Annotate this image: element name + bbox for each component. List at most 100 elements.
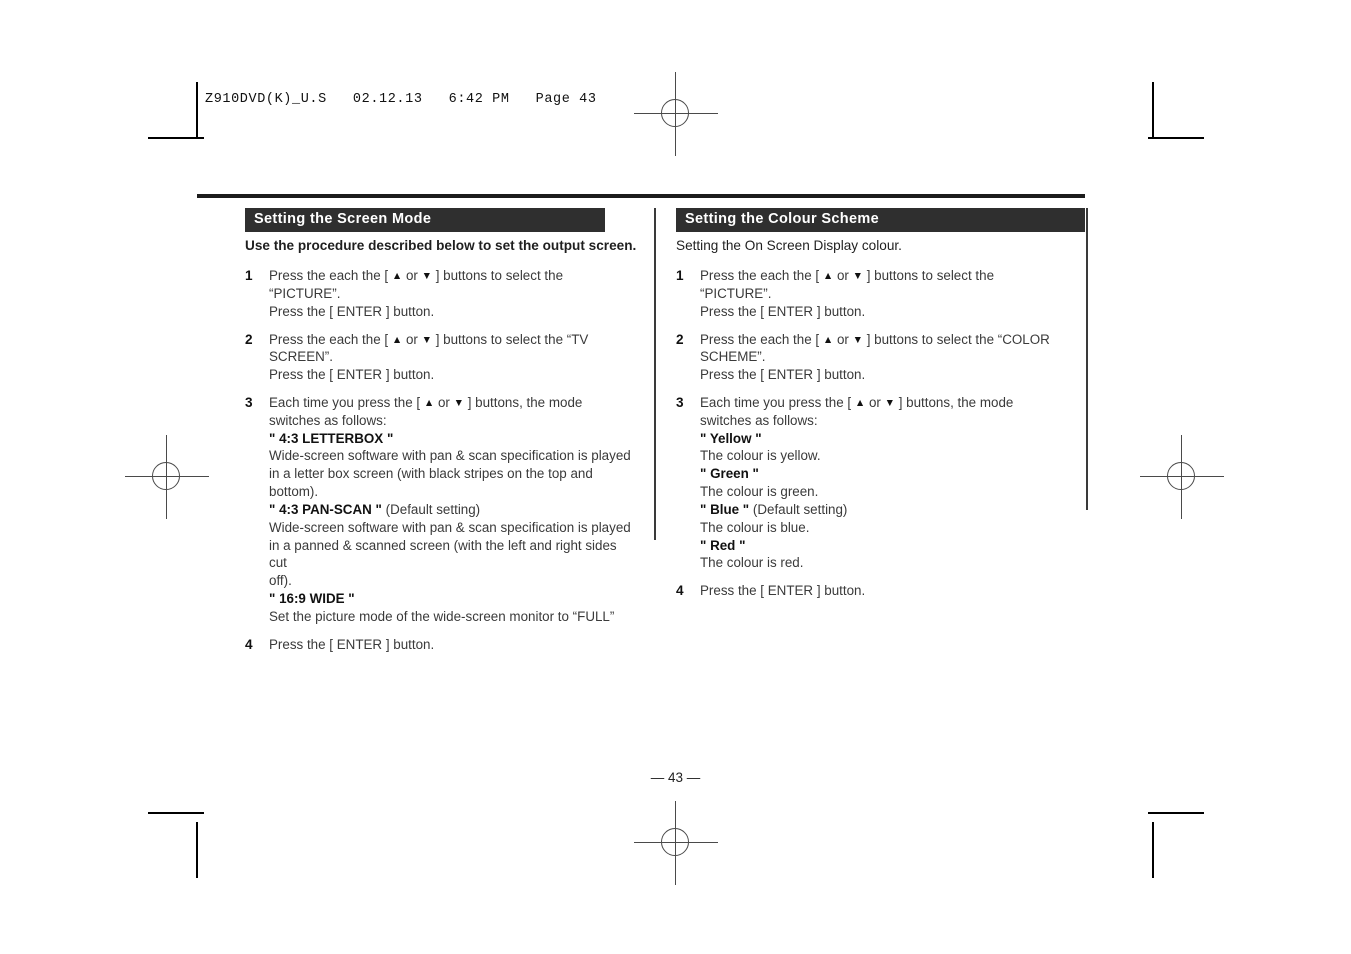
- right-column: Setting the Colour Scheme Setting the On…: [676, 208, 1085, 610]
- registration-ring: [661, 99, 689, 127]
- procedure-step: 2 Press the each the [ ▲ or ▼ ] buttons t…: [245, 331, 637, 384]
- down-arrow-icon: ▼: [421, 333, 432, 346]
- registration-ring: [152, 462, 180, 490]
- step-line-with-arrow-keys: Press the each the [ ▲ or ▼ ] buttons to…: [269, 331, 589, 347]
- mode-option-name: " Green ": [700, 466, 759, 482]
- up-arrow-icon: ▲: [822, 270, 834, 283]
- step-line: The colour is green.: [700, 484, 819, 500]
- mode-option-label: " Green ": [700, 465, 1076, 483]
- step-line: The colour is red.: [700, 555, 804, 571]
- down-arrow-icon: ▼: [884, 396, 895, 409]
- step-line: Press the [ ENTER ] button.: [700, 367, 866, 383]
- mode-option-label: " Blue " (Default setting): [700, 501, 1076, 519]
- procedure-step: 1 Press the each the [ ▲ or ▼ ] buttons t…: [245, 267, 637, 320]
- column-divider-center: [654, 208, 656, 540]
- up-arrow-icon: ▲: [391, 333, 403, 346]
- step-line: switches as follows:: [269, 412, 387, 428]
- up-arrow-icon: ▲: [854, 396, 866, 409]
- crop-mark-bottom-right-vertical: [1152, 822, 1154, 878]
- down-arrow-icon: ▼: [453, 396, 464, 409]
- mode-option-label: " 16:9 WIDE ": [269, 590, 637, 608]
- crop-mark-top-right-vertical: [1152, 82, 1154, 138]
- mode-option-label: " 4:3 LETTERBOX ": [269, 430, 637, 448]
- up-arrow-icon: ▲: [391, 270, 403, 283]
- registration-mark-bottom: [634, 801, 718, 885]
- procedure-step: 4 Press the [ ENTER ] button.: [676, 582, 1076, 600]
- up-arrow-icon: ▲: [822, 333, 834, 346]
- step-line: bottom).: [269, 484, 319, 500]
- procedure-step: 2 Press the each the [ ▲ or ▼ ] buttons t…: [676, 331, 1076, 384]
- crop-mark-top-right-horizontal: [1148, 137, 1204, 139]
- step-line: Wide-screen software with pan & scan spe…: [269, 519, 631, 535]
- step-line: Press the [ ENTER ] button.: [700, 303, 866, 319]
- column-divider-right: [1086, 208, 1088, 510]
- step-line: in a panned & scanned screen (with the l…: [269, 537, 617, 571]
- registration-ring: [1167, 462, 1195, 490]
- crop-mark-top-left-horizontal: [148, 137, 204, 139]
- step-number: 2: [245, 331, 253, 347]
- step-line: Press the [ ENTER ] button.: [700, 583, 866, 599]
- step-number: 4: [245, 636, 253, 652]
- registration-ring: [661, 828, 689, 856]
- manual-page: Z910DVD(K)_U.S 02.12.13 6:42 PM Page 43 …: [0, 0, 1351, 954]
- crop-mark-bottom-left-vertical: [196, 822, 198, 878]
- step-number: 3: [245, 394, 253, 410]
- mode-option-label: " Yellow ": [700, 430, 1076, 448]
- step-number: 2: [676, 331, 684, 347]
- section-heading-colour-scheme: Setting the Colour Scheme: [676, 208, 1085, 232]
- steps-list-screen-mode: 1 Press the each the [ ▲ or ▼ ] buttons t…: [245, 267, 637, 654]
- mode-option-label: " 4:3 PAN-SCAN " (Default setting): [269, 501, 637, 519]
- step-line: Press the [ ENTER ] button.: [269, 367, 435, 383]
- mode-option-name: " Red ": [700, 537, 746, 553]
- step-line: Press the [ ENTER ] button.: [269, 303, 435, 319]
- step-number: 4: [676, 583, 684, 599]
- procedure-step: 4 Press the [ ENTER ] button.: [245, 636, 637, 654]
- crop-mark-bottom-right-horizontal: [1148, 812, 1204, 814]
- down-arrow-icon: ▼: [852, 333, 863, 346]
- step-number: 1: [676, 268, 684, 284]
- down-arrow-icon: ▼: [421, 270, 432, 283]
- step-number: 3: [676, 394, 684, 410]
- content-top-rule: [197, 194, 1085, 198]
- procedure-step: 3 Each time you press the [ ▲ or ▼ ] butt…: [245, 394, 637, 626]
- procedure-step: 3 Each time you press the [ ▲ or ▼ ] butt…: [676, 394, 1076, 572]
- step-number: 1: [245, 268, 253, 284]
- crop-mark-top-left-vertical: [196, 82, 198, 138]
- step-line: SCHEME”.: [700, 349, 766, 365]
- step-line-with-arrow-keys: Press the each the [ ▲ or ▼ ] buttons to…: [700, 268, 995, 284]
- step-line: switches as follows:: [700, 412, 818, 428]
- step-line: off).: [269, 573, 292, 589]
- down-arrow-icon: ▼: [852, 270, 863, 283]
- left-column: Setting the Screen Mode Use the procedur…: [245, 208, 637, 664]
- mode-option-name: " 4:3 LETTERBOX ": [269, 430, 394, 446]
- section-intro-colour-scheme: Setting the On Screen Display colour.: [676, 237, 902, 253]
- registration-mark-left: [125, 435, 209, 519]
- step-line: “PICTURE”.: [700, 285, 772, 301]
- section-intro-screen-mode: Use the procedure described below to set…: [245, 237, 637, 253]
- step-line: Set the picture mode of the wide-screen …: [269, 608, 615, 624]
- default-setting-note: (Default setting): [381, 501, 481, 517]
- step-line: Wide-screen software with pan & scan spe…: [269, 448, 631, 464]
- step-line: “PICTURE”.: [269, 285, 341, 301]
- mode-option-name: " 16:9 WIDE ": [269, 591, 355, 607]
- step-line: SCREEN”.: [269, 349, 333, 365]
- print-job-slug: Z910DVD(K)_U.S 02.12.13 6:42 PM Page 43: [205, 92, 597, 107]
- mode-option-label: " Red ": [700, 537, 1076, 555]
- page-number: — 43 —: [650, 770, 701, 785]
- registration-mark-right: [1140, 435, 1224, 519]
- mode-option-name: " 4:3 PAN-SCAN ": [269, 501, 382, 517]
- up-arrow-icon: ▲: [423, 396, 435, 409]
- step-line-with-arrow-keys: Press the each the [ ▲ or ▼ ] buttons to…: [269, 268, 564, 284]
- step-line: The colour is yellow.: [700, 448, 821, 464]
- step-line-with-arrow-keys: Each time you press the [ ▲ or ▼ ] butto…: [269, 394, 583, 410]
- registration-mark-top: [634, 72, 718, 156]
- step-line-with-arrow-keys: Press the each the [ ▲ or ▼ ] buttons to…: [700, 331, 1050, 347]
- steps-list-colour-scheme: 1 Press the each the [ ▲ or ▼ ] buttons t…: [676, 267, 1076, 600]
- step-line: Press the [ ENTER ] button.: [269, 636, 435, 652]
- crop-mark-bottom-left-horizontal: [148, 812, 204, 814]
- default-setting-note: (Default setting): [749, 501, 848, 517]
- mode-option-name: " Yellow ": [700, 430, 762, 446]
- step-line: The colour is blue.: [700, 519, 810, 535]
- mode-option-name: " Blue ": [700, 501, 750, 517]
- procedure-step: 1 Press the each the [ ▲ or ▼ ] buttons t…: [676, 267, 1076, 320]
